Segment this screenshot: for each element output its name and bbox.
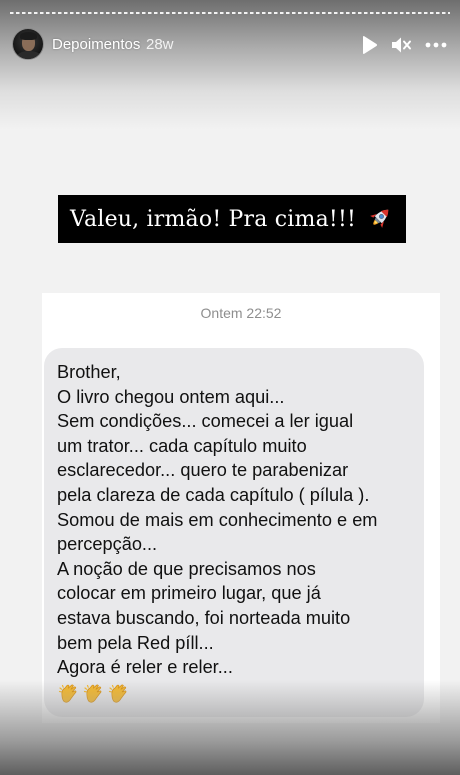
story-header: Depoimentos 28w [12,28,448,62]
message-line: colocar em primeiro lugar, que já [57,583,321,604]
story-time-ago: 28w [146,36,174,53]
message-timestamp: Ontem 22:52 [200,305,282,321]
message-bubble: Brother, O livro chegou ontem aqui... Se… [44,348,424,717]
clapping-hands-icon [83,684,102,703]
message-line: Brother, [57,362,121,382]
rocket-icon [370,209,389,228]
message-line: pela clareza de cada capítulo ( pílula )… [57,484,370,505]
message-line: esclarecedor... quero te parabenizar [57,460,349,481]
emoji-row [57,682,419,706]
message-screenshot-card: Ontem 22:52 Brother, O livro chegou onte… [42,293,440,723]
avatar[interactable] [12,28,44,60]
message-line: percepção... [57,534,158,555]
message-line: Agora é reler e reler... [57,657,233,678]
play-button[interactable] [358,34,380,56]
more-options-button[interactable] [424,34,448,56]
username[interactable]: Depoimentos [52,36,140,53]
message-line: O livro chegou ontem aqui... [57,386,285,407]
message-line: bem pela Red píll... [57,632,214,653]
more-options-icon [425,42,447,48]
play-icon [363,35,378,55]
story-progress-bar [10,12,450,14]
message-line: estava buscando, foi norteada muito [57,607,351,628]
message-text: Brother, O livro chegou ontem aqui... Se… [57,360,419,706]
caption-text: Valeu, irmão! Pra cima!!! [69,206,357,232]
message-line: A noção de que precisamos nos [57,558,316,579]
mute-button[interactable] [390,34,412,56]
clapping-hands-icon [58,684,77,703]
message-line: um trator... cada capítulo muito [57,435,307,456]
mute-icon [392,37,411,53]
message-line: Somou de mais em conhecimento e em [57,509,378,530]
top-gradient-overlay [0,0,460,130]
clapping-hands-icon [108,684,127,703]
message-line: Sem condições... comecei a ler igual [57,411,354,432]
story-caption: Valeu, irmão! Pra cima!!! [58,195,406,243]
